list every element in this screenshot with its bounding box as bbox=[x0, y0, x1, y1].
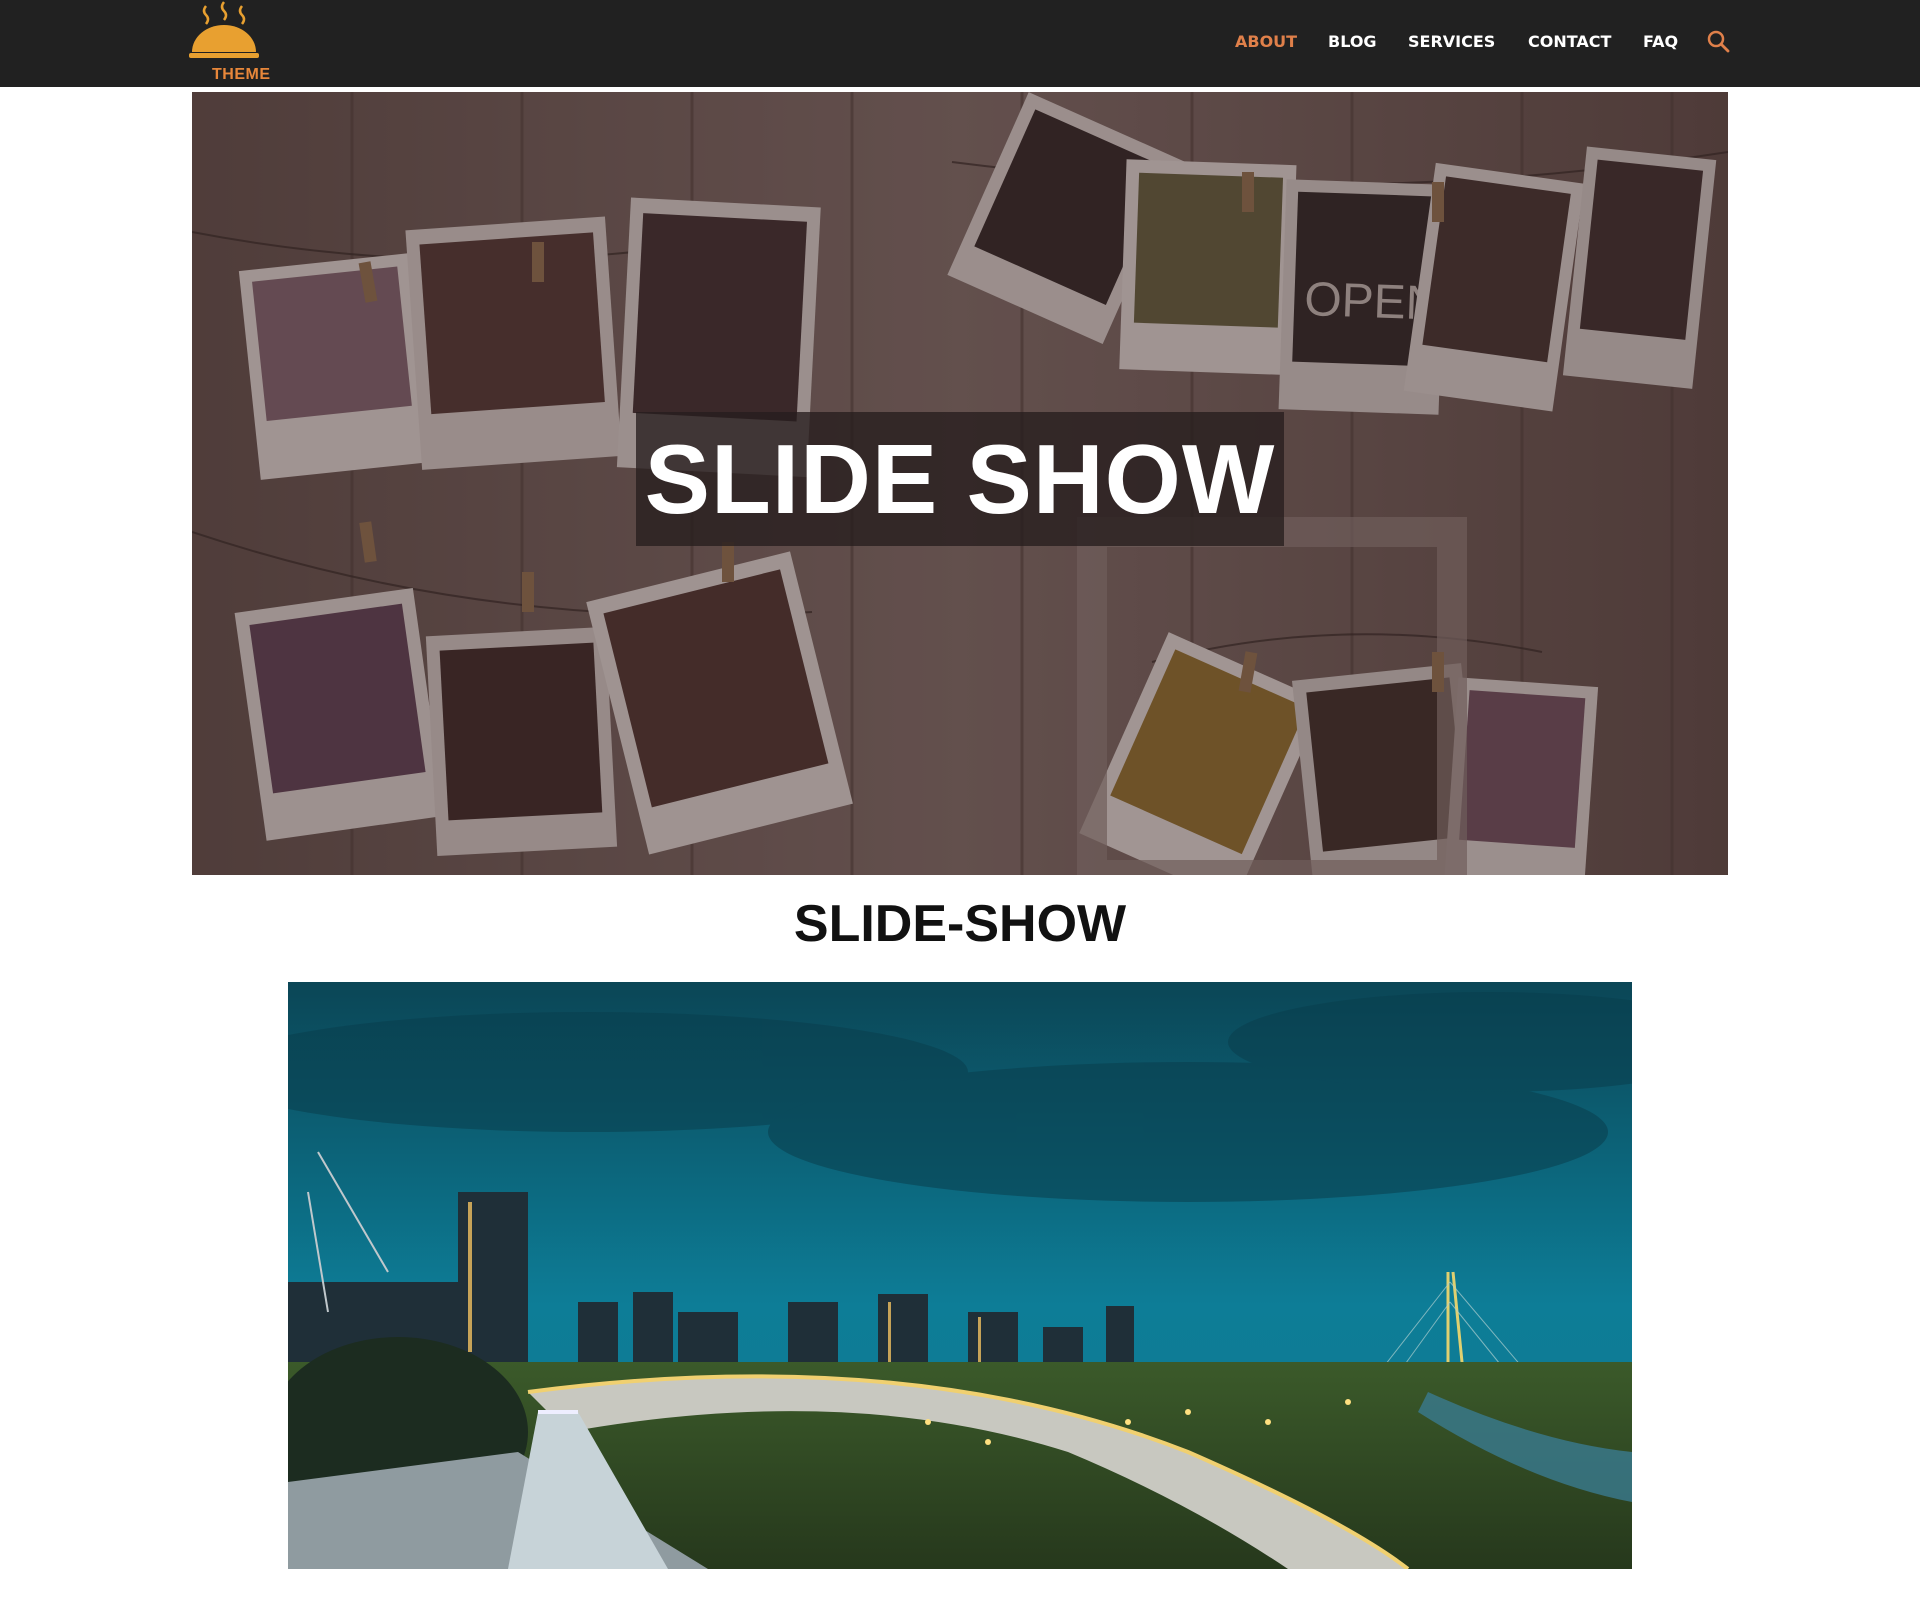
logo-text: THEME bbox=[212, 66, 271, 83]
nav-item-contact[interactable]: CONTACT bbox=[1528, 32, 1611, 52]
site-header: THEME ABOUT BLOG SERVICES CONTACT FAQ bbox=[0, 0, 1920, 87]
hero-slide: OPEN SLIDE SHOW bbox=[192, 92, 1728, 875]
hero-title: SLIDE SHOW bbox=[644, 424, 1276, 534]
nav-item-faq[interactable]: FAQ bbox=[1643, 32, 1678, 52]
nav-item-blog[interactable]: BLOG bbox=[1328, 32, 1377, 52]
search-icon[interactable] bbox=[1706, 29, 1730, 53]
city-photo bbox=[288, 982, 1632, 1569]
hero-title-box: SLIDE SHOW bbox=[636, 412, 1284, 546]
city-skyline-image bbox=[288, 982, 1632, 1569]
section-heading: SLIDE-SHOW bbox=[793, 895, 1127, 953]
logo[interactable]: THEME bbox=[188, 0, 298, 87]
nav-item-about[interactable]: ABOUT bbox=[1235, 32, 1297, 52]
nav-item-services[interactable]: SERVICES bbox=[1408, 32, 1495, 52]
